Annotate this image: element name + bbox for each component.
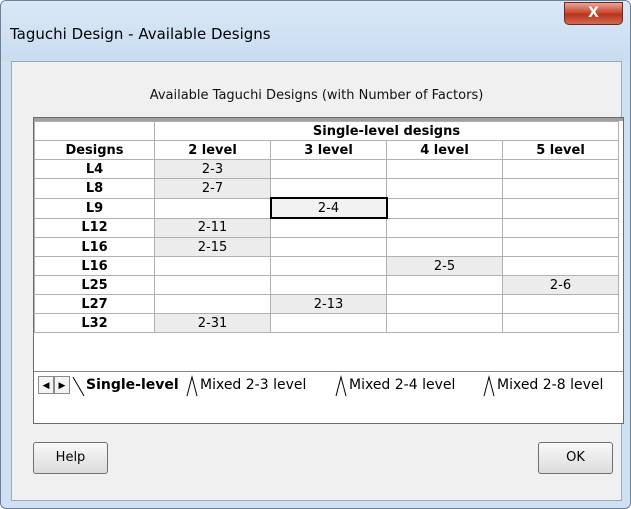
column-header: 5 level (502, 140, 619, 160)
design-factor-cell[interactable] (270, 237, 387, 257)
design-factor-cell[interactable] (386, 237, 503, 257)
design-factor-cell[interactable] (502, 237, 619, 257)
table-row: L32 2-31 (34, 313, 619, 333)
designs-grid-panel: Single-level designs Designs 2 level 3 leve… (33, 117, 624, 424)
tab-separator-icon (483, 375, 495, 397)
tab-scroll-left-button[interactable]: ◀ (38, 376, 54, 394)
design-factor-cell[interactable] (386, 217, 503, 238)
design-factor-cell[interactable] (386, 159, 503, 179)
design-factor-cell[interactable] (154, 197, 271, 219)
design-factor-cell[interactable]: 2-13 (270, 294, 387, 314)
grid-corner-cell (34, 121, 155, 141)
window-title: Taguchi Design - Available Designs (10, 25, 271, 43)
help-button[interactable]: Help (33, 442, 108, 474)
table-row: L25 2-6 (34, 275, 619, 295)
design-name-cell: L8 (34, 178, 155, 199)
tab-separator-icon (186, 375, 198, 397)
grid-column-header-row: Designs 2 level 3 level 4 level 5 level (34, 140, 619, 160)
triangle-right-icon: ▶ (58, 380, 66, 390)
design-factor-cell[interactable] (502, 256, 619, 276)
designs-grid: Single-level designs Designs 2 level 3 leve… (34, 121, 619, 333)
design-factor-cell[interactable] (502, 178, 619, 199)
column-header: 3 level (270, 140, 387, 160)
design-name-cell: L4 (34, 159, 155, 179)
design-factor-cell[interactable]: 2-31 (154, 313, 271, 333)
table-row: L9 2-4 (34, 197, 619, 219)
design-name-cell: L16 (34, 237, 155, 257)
tab-separator-icon (72, 376, 85, 397)
design-factor-cell[interactable] (270, 313, 387, 333)
design-factor-cell[interactable] (270, 275, 387, 295)
ok-button[interactable]: OK (538, 442, 613, 474)
triangle-left-icon: ◀ (42, 380, 50, 390)
design-factor-cell[interactable] (270, 178, 387, 199)
design-factor-cell[interactable] (502, 197, 619, 219)
design-name-cell: L32 (34, 313, 155, 333)
design-factor-cell[interactable]: 2-3 (154, 159, 271, 179)
design-factor-cell[interactable]: 2-4 (269, 197, 388, 219)
design-factor-cell[interactable] (386, 275, 503, 295)
design-factor-cell[interactable] (386, 178, 503, 199)
design-name-cell: L25 (34, 275, 155, 295)
design-factor-cell[interactable] (502, 294, 619, 314)
dialog-window: Taguchi Design - Available Designs X Ava… (0, 0, 631, 509)
tab-separator-icon (335, 375, 347, 397)
design-name-cell: L16 (34, 256, 155, 276)
design-factor-cell[interactable] (386, 197, 503, 219)
tab-single-level[interactable]: Single-level (86, 374, 179, 396)
tab-mixed-2-4-level[interactable]: Mixed 2-4 level (349, 374, 455, 396)
close-button[interactable]: X (564, 2, 623, 25)
table-row: L16 2-5 (34, 256, 619, 276)
tab-scroll-right-button[interactable]: ▶ (54, 376, 70, 394)
design-name-cell: L12 (34, 217, 155, 238)
dialog-client-area: Available Taguchi Designs (with Number o… (11, 61, 624, 501)
design-factor-cell[interactable]: 2-7 (154, 178, 271, 199)
grid-caption: Available Taguchi Designs (with Number o… (149, 88, 484, 103)
sheet-tab-bar: ◀ ▶ Single-level Mixed 2-3 level Mixed 2… (34, 371, 623, 400)
design-factor-cell[interactable] (270, 217, 387, 238)
tab-mixed-2-3-level[interactable]: Mixed 2-3 level (200, 374, 306, 396)
title-bar: Taguchi Design - Available Designs X (1, 1, 630, 61)
design-factor-cell[interactable]: 2-15 (154, 237, 271, 257)
column-header: Designs (34, 140, 155, 160)
design-factor-cell[interactable]: 2-11 (154, 217, 271, 238)
table-row: L12 2-11 (34, 217, 619, 238)
table-row: L4 2-3 (34, 159, 619, 179)
design-name-cell: L27 (34, 294, 155, 314)
design-factor-cell[interactable] (502, 217, 619, 238)
grid-group-header-row: Single-level designs (34, 121, 619, 141)
table-row: L27 2-13 (34, 294, 619, 314)
column-header: 2 level (154, 140, 271, 160)
column-header: 4 level (386, 140, 503, 160)
design-factor-cell[interactable] (154, 294, 271, 314)
group-header-single-level: Single-level designs (154, 121, 619, 141)
design-factor-cell[interactable] (502, 159, 619, 179)
design-factor-cell[interactable] (386, 294, 503, 314)
design-factor-cell[interactable]: 2-5 (386, 256, 503, 276)
design-factor-cell[interactable]: 2-6 (502, 275, 619, 295)
design-factor-cell[interactable] (154, 275, 271, 295)
design-factor-cell[interactable] (386, 313, 503, 333)
design-factor-cell[interactable] (270, 256, 387, 276)
design-factor-cell[interactable] (502, 313, 619, 333)
design-name-cell: L9 (34, 197, 155, 219)
design-factor-cell[interactable] (270, 159, 387, 179)
design-factor-cell[interactable] (154, 256, 271, 276)
table-row: L16 2-15 (34, 237, 619, 257)
tab-mixed-2-8-level[interactable]: Mixed 2-8 level (497, 374, 603, 396)
close-icon: X (588, 5, 599, 21)
table-row: L8 2-7 (34, 178, 619, 199)
